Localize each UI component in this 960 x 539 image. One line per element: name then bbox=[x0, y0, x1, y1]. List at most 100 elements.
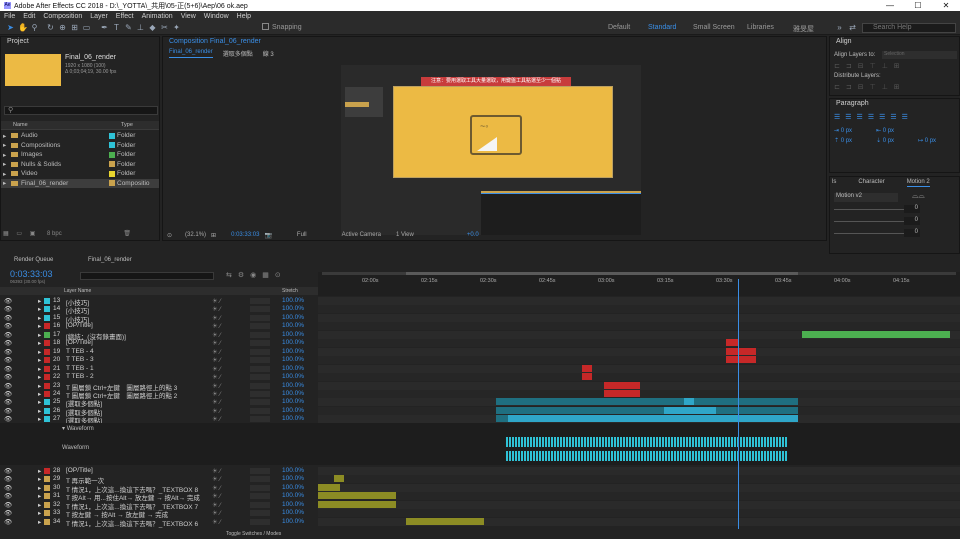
label-color-swatch[interactable] bbox=[44, 493, 50, 500]
maximize-button[interactable]: ☐ bbox=[904, 0, 932, 11]
parent-dropdown[interactable] bbox=[250, 365, 270, 372]
pen-tool-icon[interactable]: ✒ bbox=[100, 23, 109, 32]
eye-icon[interactable]: 👁 bbox=[4, 314, 12, 322]
parent-dropdown[interactable] bbox=[250, 484, 270, 491]
layer-switches[interactable]: ☀ ⁄ bbox=[212, 348, 221, 356]
snapping-checkbox[interactable] bbox=[262, 23, 269, 30]
chevron-right-icon[interactable]: ▸ bbox=[38, 398, 41, 406]
eye-icon[interactable]: 👁 bbox=[4, 475, 12, 483]
indent-left[interactable]: ⇥ 0 px bbox=[834, 127, 852, 134]
label-color-swatch[interactable] bbox=[44, 416, 50, 423]
parent-dropdown[interactable] bbox=[250, 468, 270, 474]
waveform-toggle[interactable]: ▾ Waveform bbox=[62, 425, 94, 432]
layer-duration-bar[interactable] bbox=[406, 517, 484, 525]
playhead[interactable] bbox=[738, 279, 739, 529]
layer-name[interactable]: [OP/Title] bbox=[66, 322, 210, 329]
comp-tab-line3[interactable]: 線 3 bbox=[263, 49, 274, 58]
align-buttons[interactable]: ⊏⊐⊟⊤⊥⊞ bbox=[834, 62, 906, 70]
chevron-right-icon[interactable]: ▸ bbox=[38, 492, 41, 500]
exposure-value[interactable]: +0.0 bbox=[467, 232, 479, 238]
chevron-right-icon[interactable]: ▸ bbox=[38, 467, 41, 475]
layer-row[interactable]: 👁 ▸ 34 T 情況1，上次這...換這下去嗎？_TEXTBOX 6 ☀ ⁄ 100.0… bbox=[0, 518, 318, 528]
layer-row[interactable]: 👁 ▸ 23 T 圖層鎖 Ctrl+左鍵 圖層路徑上的點 3 ☀ ⁄ 100.0% bbox=[0, 382, 318, 392]
layer-track[interactable] bbox=[318, 517, 960, 526]
layer-track[interactable] bbox=[318, 313, 960, 322]
layer-name[interactable]: T TEB - 4 bbox=[66, 348, 210, 355]
layer-switches[interactable]: ☀ ⁄ bbox=[212, 390, 221, 398]
label-color-swatch[interactable] bbox=[109, 142, 115, 148]
resolution-dropdown[interactable]: Full bbox=[297, 232, 307, 238]
layer-track[interactable] bbox=[318, 406, 960, 415]
pan-behind-tool-icon[interactable]: ⊞ bbox=[70, 23, 79, 32]
layer-stretch[interactable]: 100.0% bbox=[282, 314, 304, 321]
layer-row[interactable]: 👁 ▸ 31 T 按Alt→ 用...按住Alt→ 放左鍵 → 按Alt→ 完成 ☀ ⁄… bbox=[0, 492, 318, 502]
layer-track[interactable] bbox=[318, 347, 960, 356]
chevron-right-icon[interactable]: ▸ bbox=[3, 160, 11, 168]
layer-switches[interactable]: ☀ ⁄ bbox=[212, 484, 221, 492]
eye-icon[interactable]: 👁 bbox=[4, 356, 12, 364]
preview-icon[interactable]: ⊙ bbox=[167, 232, 172, 239]
motion-preset-dropdown[interactable]: Motion v2 bbox=[834, 193, 898, 202]
layer-duration-bar[interactable] bbox=[318, 492, 396, 500]
menu-help[interactable]: Help bbox=[237, 13, 251, 20]
chevron-right-icon[interactable]: ▸ bbox=[38, 305, 41, 313]
layer-row[interactable]: 👁 ▸ 26 [選取多個點] ☀ ⁄ 100.0% bbox=[0, 407, 318, 417]
layer-duration-bar[interactable] bbox=[664, 406, 716, 414]
new-comp-icon[interactable]: ▣ bbox=[30, 231, 36, 237]
parent-dropdown[interactable] bbox=[250, 390, 270, 397]
layer-name[interactable]: T TEB - 1 bbox=[66, 365, 210, 372]
chevron-right-icon[interactable]: ▸ bbox=[38, 356, 41, 364]
layer-duration-bar[interactable] bbox=[684, 398, 694, 406]
layer-track[interactable] bbox=[318, 500, 960, 509]
project-item[interactable]: ▸ Video Folder bbox=[1, 169, 159, 178]
layer-track[interactable] bbox=[318, 322, 960, 331]
layer-track[interactable] bbox=[318, 483, 960, 492]
clone-tool-icon[interactable]: ⊥ bbox=[136, 23, 145, 32]
layer-stretch[interactable]: 100.0% bbox=[282, 390, 304, 397]
space-after[interactable]: ⇣ 0 px bbox=[876, 137, 894, 144]
layer-stretch[interactable]: 100.0% bbox=[282, 365, 304, 372]
layer-switches[interactable]: ☀ ⁄ bbox=[212, 382, 221, 390]
layer-row[interactable]: 👁 ▸ 19 T TEB - 4 ☀ ⁄ 100.0% bbox=[0, 348, 318, 356]
menu-animation[interactable]: Animation bbox=[142, 13, 173, 20]
project-item[interactable]: ▸ Nulls & Solids Folder bbox=[1, 160, 159, 169]
interpret-footage-icon[interactable]: ▦ bbox=[3, 231, 9, 237]
label-color-swatch[interactable] bbox=[44, 365, 50, 372]
chevron-right-icon[interactable]: ▸ bbox=[38, 390, 41, 398]
motion-value-2[interactable]: 0 bbox=[904, 217, 920, 225]
toggle-switches-modes[interactable]: Toggle Switches / Modes bbox=[226, 529, 281, 539]
eye-icon[interactable]: 👁 bbox=[4, 297, 12, 305]
eye-icon[interactable]: 👁 bbox=[4, 484, 12, 492]
sync-icon[interactable]: ⇄ bbox=[848, 23, 857, 32]
label-color-swatch[interactable] bbox=[109, 180, 115, 186]
layer-stretch[interactable]: 100.0% bbox=[282, 492, 304, 499]
layer-switches[interactable]: ☀ ⁄ bbox=[212, 297, 221, 305]
label-color-swatch[interactable] bbox=[44, 382, 50, 389]
layer-track[interactable] bbox=[318, 373, 960, 382]
space-after-value[interactable]: 0 px bbox=[883, 138, 894, 144]
eye-icon[interactable]: 👁 bbox=[4, 390, 12, 398]
layer-duration-bar[interactable] bbox=[582, 364, 592, 372]
parent-dropdown[interactable] bbox=[250, 493, 270, 500]
layer-row[interactable]: 👁 ▸ 22 T TEB - 2 ☀ ⁄ 100.0% bbox=[0, 373, 318, 381]
project-item[interactable]: ▸ Final_06_render Compositio bbox=[1, 178, 159, 188]
layer-duration-bar[interactable] bbox=[726, 356, 756, 364]
parent-dropdown[interactable] bbox=[250, 314, 270, 321]
layer-track[interactable] bbox=[318, 305, 960, 314]
layer-stretch[interactable]: 100.0% bbox=[282, 501, 304, 508]
chevron-right-icon[interactable]: ▸ bbox=[3, 141, 11, 149]
chevron-right-icon[interactable]: ▸ bbox=[38, 407, 41, 415]
label-color-swatch[interactable] bbox=[44, 501, 50, 508]
layer-name[interactable]: T TEB - 2 bbox=[66, 373, 210, 380]
workspace-custom[interactable]: 雅旻屋 bbox=[793, 24, 814, 34]
layer-duration-bar[interactable] bbox=[726, 339, 738, 347]
label-color-swatch[interactable] bbox=[44, 306, 50, 313]
project-search-input[interactable]: ⚲ bbox=[4, 106, 158, 115]
camera-dropdown[interactable]: Active Camera bbox=[342, 232, 381, 238]
layer-duration-bar[interactable] bbox=[802, 330, 950, 338]
eye-icon[interactable]: 👁 bbox=[4, 331, 12, 339]
search-help-input[interactable]: Search Help bbox=[862, 23, 956, 33]
eye-icon[interactable]: 👁 bbox=[4, 305, 12, 313]
parent-dropdown[interactable] bbox=[250, 374, 270, 381]
eye-icon[interactable]: 👁 bbox=[4, 492, 12, 500]
